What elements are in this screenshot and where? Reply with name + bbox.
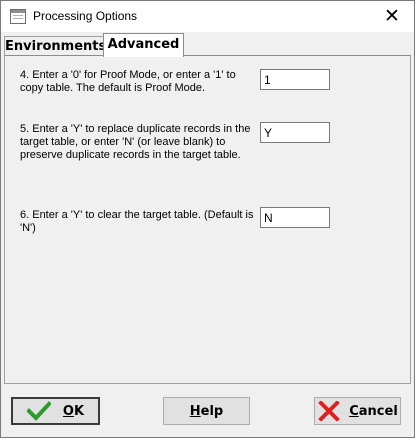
x-cross-icon (318, 401, 341, 421)
checkmark-icon (26, 401, 51, 421)
button-bar: OK Help Cancel (1, 384, 414, 437)
tab-advanced[interactable]: Advanced (103, 33, 184, 57)
processing-options-window: Processing Options ✕ Environments Advanc… (0, 0, 415, 438)
help-button-label: Help (189, 403, 224, 419)
help-button[interactable]: Help (163, 397, 250, 425)
option-4-input[interactable]: 1 (260, 69, 330, 90)
close-button[interactable]: ✕ (370, 1, 414, 32)
cancel-button-label: Cancel (349, 403, 398, 419)
option-4-description: 4. Enter a '0' for Proof Mode, or enter … (20, 69, 236, 94)
window-app-icon (10, 9, 26, 24)
tab-environments[interactable]: Environments (4, 36, 106, 56)
tab-strip: Environments Advanced (1, 32, 414, 57)
option-5-input[interactable]: Y (260, 122, 330, 143)
close-icon: ✕ (384, 6, 400, 27)
title-bar: Processing Options ✕ (1, 1, 414, 32)
ok-button-label: OK (62, 403, 85, 419)
advanced-options-panel: 4. Enter a '0' for Proof Mode, or enter … (4, 55, 411, 384)
option-6-description: 6. Enter a 'Y' to clear the target table… (20, 209, 254, 234)
ok-button[interactable]: OK (11, 397, 100, 425)
option-5-description: 5. Enter a 'Y' to replace duplicate reco… (20, 123, 251, 161)
cancel-button[interactable]: Cancel (314, 397, 401, 425)
option-6-input[interactable]: N (260, 207, 330, 228)
window-title: Processing Options (33, 9, 138, 23)
